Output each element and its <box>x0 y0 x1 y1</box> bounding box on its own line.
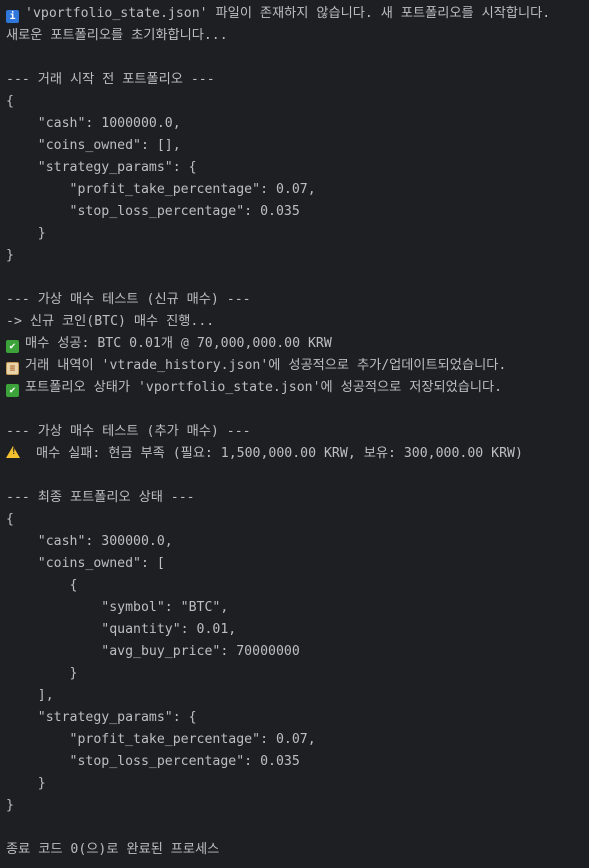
terminal-line: "strategy_params": { <box>6 707 589 729</box>
terminal-line: 매수 실패: 현금 부족 (필요: 1,500,000.00 KRW, 보유: … <box>6 443 589 465</box>
terminal-line-text: "stop_loss_percentage": 0.035 <box>6 754 300 769</box>
warning-icon <box>6 446 20 458</box>
terminal-line-text: } <box>6 226 46 241</box>
terminal-line: } <box>6 663 589 685</box>
terminal-line-text: "cash": 300000.0, <box>6 534 173 549</box>
terminal-line-text: 포트폴리오 상태가 'vportfolio_state.json'에 성공적으로… <box>25 380 503 395</box>
terminal-line-text: 매수 실패: 현금 부족 (필요: 1,500,000.00 KRW, 보유: … <box>28 446 523 461</box>
terminal-line: --- 가상 매수 테스트 (신규 매수) --- <box>6 289 589 311</box>
terminal-line: { <box>6 91 589 113</box>
terminal-line-text: ], <box>6 688 54 703</box>
terminal-line: -> 신규 코인(BTC) 매수 진행... <box>6 311 589 333</box>
terminal-line-text: "coins_owned": [ <box>6 556 165 571</box>
terminal-line: "profit_take_percentage": 0.07, <box>6 729 589 751</box>
terminal-line-text: { <box>6 578 78 593</box>
terminal-line: "cash": 1000000.0, <box>6 113 589 135</box>
terminal-line: } <box>6 773 589 795</box>
terminal-line: "quantity": 0.01, <box>6 619 589 641</box>
terminal-line: i 'vportfolio_state.json' 파일이 존재하지 않습니다. … <box>6 3 589 25</box>
terminal-line-text: } <box>6 666 78 681</box>
terminal-line: --- 최종 포트폴리오 상태 --- <box>6 487 589 509</box>
terminal-line: "stop_loss_percentage": 0.035 <box>6 201 589 223</box>
terminal-line-text: 새로운 포트폴리오를 초기화합니다... <box>6 28 228 43</box>
terminal-line-text: 'vportfolio_state.json' 파일이 존재하지 않습니다. 새… <box>25 6 551 21</box>
terminal-line-text: "avg_buy_price": 70000000 <box>6 644 300 659</box>
terminal-line: "coins_owned": [ <box>6 553 589 575</box>
terminal-line: "cash": 300000.0, <box>6 531 589 553</box>
terminal-line: 종료 코드 0(으)로 완료된 프로세스 <box>6 839 589 861</box>
terminal-line-text: --- 최종 포트폴리오 상태 --- <box>6 490 195 505</box>
terminal-line: ≡ 거래 내역이 'vtrade_history.json'에 성공적으로 추가/… <box>6 355 589 377</box>
check-icon: ✔ <box>6 340 19 353</box>
terminal-line: } <box>6 795 589 817</box>
terminal-line: ✔ 포트폴리오 상태가 'vportfolio_state.json'에 성공적으… <box>6 377 589 399</box>
terminal-line: --- 가상 매수 테스트 (추가 매수) --- <box>6 421 589 443</box>
check-icon: ✔ <box>6 384 19 397</box>
terminal-line-text: { <box>6 94 14 109</box>
terminal-line-text: -> 신규 코인(BTC) 매수 진행... <box>6 314 215 329</box>
terminal-line: } <box>6 223 589 245</box>
terminal-line-text: 종료 코드 0(으)로 완료된 프로세스 <box>6 842 220 857</box>
terminal-line-text: --- 가상 매수 테스트 (신규 매수) --- <box>6 292 251 307</box>
info-icon: i <box>6 10 19 23</box>
terminal-line: { <box>6 575 589 597</box>
terminal-line-text: } <box>6 776 46 791</box>
terminal-line-text: } <box>6 248 14 263</box>
terminal-line: ✔ 매수 성공: BTC 0.01개 @ 70,000,000.00 KRW <box>6 333 589 355</box>
terminal-line: "profit_take_percentage": 0.07, <box>6 179 589 201</box>
terminal-line: "symbol": "BTC", <box>6 597 589 619</box>
scroll-icon: ≡ <box>6 362 19 375</box>
terminal-line: --- 거래 시작 전 포트폴리오 --- <box>6 69 589 91</box>
terminal-line-text: "strategy_params": { <box>6 160 197 175</box>
terminal-line: 새로운 포트폴리오를 초기화합니다... <box>6 25 589 47</box>
terminal-line-text: "cash": 1000000.0, <box>6 116 181 131</box>
terminal-line-text: "stop_loss_percentage": 0.035 <box>6 204 300 219</box>
terminal-line: "coins_owned": [], <box>6 135 589 157</box>
terminal-line-text: "profit_take_percentage": 0.07, <box>6 732 316 747</box>
terminal-line: "stop_loss_percentage": 0.035 <box>6 751 589 773</box>
terminal-line: "avg_buy_price": 70000000 <box>6 641 589 663</box>
terminal-line: "strategy_params": { <box>6 157 589 179</box>
terminal-line: { <box>6 509 589 531</box>
terminal-line-text: 거래 내역이 'vtrade_history.json'에 성공적으로 추가/업… <box>25 358 507 373</box>
terminal-line-text: "symbol": "BTC", <box>6 600 229 615</box>
terminal-line-text: --- 가상 매수 테스트 (추가 매수) --- <box>6 424 251 439</box>
terminal-line-text: "quantity": 0.01, <box>6 622 237 637</box>
terminal-output[interactable]: i 'vportfolio_state.json' 파일이 존재하지 않습니다. … <box>0 0 589 868</box>
terminal-line-text: { <box>6 512 14 527</box>
terminal-line: } <box>6 245 589 267</box>
terminal-line-text: 매수 성공: BTC 0.01개 @ 70,000,000.00 KRW <box>25 336 332 351</box>
terminal-line-text: "coins_owned": [], <box>6 138 181 153</box>
terminal-line-text: } <box>6 798 14 813</box>
terminal-line-text: --- 거래 시작 전 포트폴리오 --- <box>6 72 215 87</box>
terminal-line: ], <box>6 685 589 707</box>
terminal-line-text: "strategy_params": { <box>6 710 197 725</box>
terminal-line-text: "profit_take_percentage": 0.07, <box>6 182 316 197</box>
